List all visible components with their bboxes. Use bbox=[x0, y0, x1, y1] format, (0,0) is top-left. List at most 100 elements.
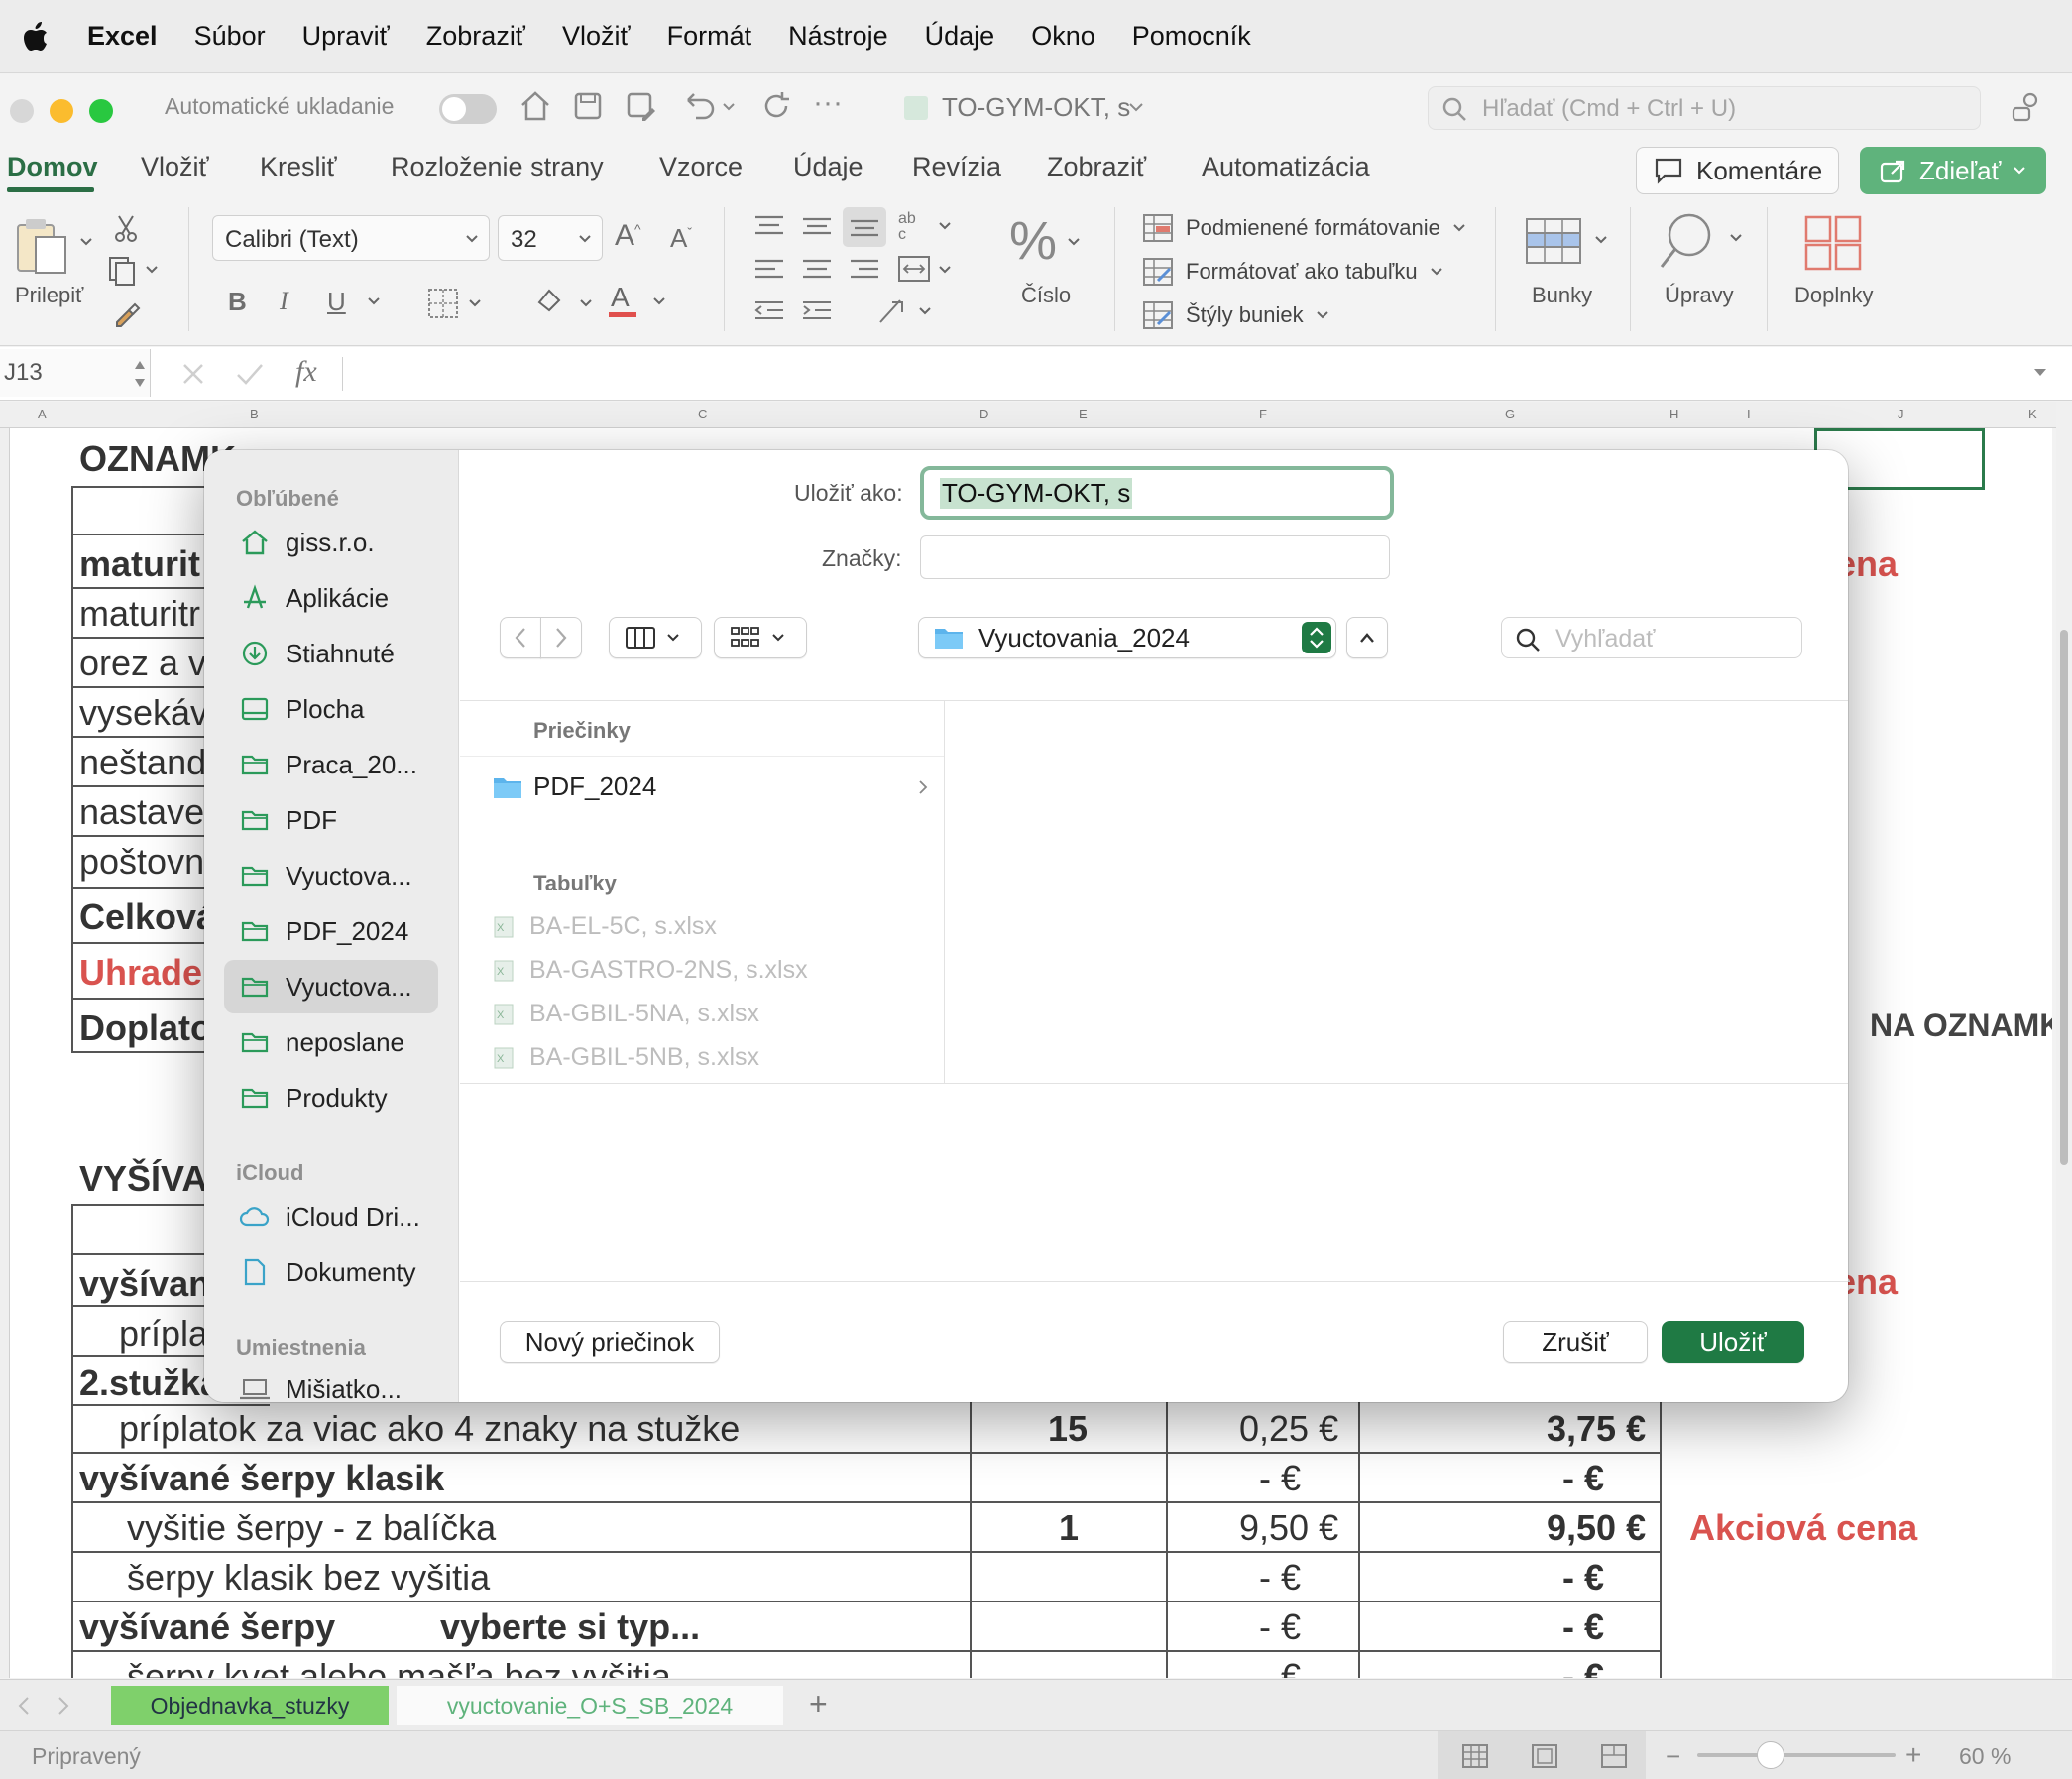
sidebar-item-folder[interactable]: Produkty bbox=[224, 1071, 438, 1125]
redo-icon[interactable] bbox=[758, 88, 794, 124]
zoom-window-icon[interactable] bbox=[89, 99, 113, 123]
apple-menu-icon[interactable] bbox=[0, 21, 71, 53]
tab-home[interactable]: Domov bbox=[7, 152, 98, 182]
sidebar-item-icloud-drive[interactable]: iCloud Dri... bbox=[224, 1190, 438, 1244]
new-folder-button[interactable]: Nový priečinok bbox=[500, 1321, 720, 1363]
home-icon[interactable] bbox=[518, 88, 553, 124]
save-icon[interactable] bbox=[570, 88, 606, 124]
cells-icon[interactable] bbox=[1525, 213, 1614, 273]
confirm-entry-icon[interactable] bbox=[234, 359, 266, 389]
bold-button[interactable]: B bbox=[228, 287, 247, 317]
comments-button[interactable]: Komentáre bbox=[1636, 147, 1839, 194]
format-as-table-button[interactable]: Formátovať ako tabuľku bbox=[1142, 257, 1443, 287]
menu-window[interactable]: Okno bbox=[1031, 21, 1095, 52]
zoom-out-icon[interactable]: − bbox=[1666, 1741, 1680, 1772]
toggle-expand-button[interactable] bbox=[1346, 617, 1388, 658]
column-d[interactable]: D bbox=[979, 407, 988, 421]
column-g[interactable]: G bbox=[1505, 407, 1515, 421]
column-a[interactable]: A bbox=[38, 407, 47, 421]
row-type-select[interactable]: vyberte si typ... bbox=[440, 1606, 700, 1648]
collaborate-icon[interactable] bbox=[2009, 90, 2044, 126]
page-break-view-icon[interactable] bbox=[1600, 1743, 1628, 1769]
sidebar-item-computer[interactable]: Mišiatko... bbox=[224, 1363, 438, 1402]
next-sheet-icon[interactable] bbox=[56, 1696, 71, 1716]
column-b[interactable]: B bbox=[250, 407, 259, 421]
addins-icon[interactable] bbox=[1802, 213, 1866, 273]
decrease-font-icon[interactable]: Aˇ bbox=[670, 223, 692, 254]
column-h[interactable]: H bbox=[1669, 407, 1678, 421]
menu-file[interactable]: Súbor bbox=[194, 21, 266, 52]
name-box[interactable]: J13 bbox=[0, 349, 151, 397]
prev-sheet-icon[interactable] bbox=[16, 1696, 32, 1716]
folder-row-pdf2024[interactable]: PDF_2024 bbox=[492, 771, 928, 802]
add-sheet-icon[interactable]: + bbox=[809, 1686, 828, 1722]
font-size-select[interactable]: 32 bbox=[498, 215, 603, 261]
tab-review[interactable]: Revízia bbox=[912, 152, 1001, 182]
back-button[interactable] bbox=[500, 617, 541, 658]
align-top-icon[interactable] bbox=[751, 211, 787, 241]
chevron-down-icon[interactable] bbox=[367, 296, 381, 306]
column-c[interactable]: C bbox=[698, 407, 707, 421]
column-k[interactable]: K bbox=[2028, 407, 2037, 421]
search-box[interactable]: Hľadať (Cmd + Ctrl + U) bbox=[1428, 86, 1981, 130]
sidebar-item-downloads[interactable]: Stiahnuté bbox=[224, 627, 438, 680]
save-button[interactable]: Uložiť bbox=[1662, 1321, 1804, 1363]
align-center-icon[interactable] bbox=[799, 255, 835, 285]
increase-font-icon[interactable]: A^ bbox=[615, 219, 641, 253]
forward-button[interactable] bbox=[540, 617, 582, 658]
minimize-window-icon[interactable] bbox=[50, 99, 73, 123]
format-painter-icon[interactable] bbox=[109, 296, 143, 330]
text-orientation-icon[interactable] bbox=[876, 295, 936, 328]
page-layout-view-icon[interactable] bbox=[1531, 1743, 1558, 1769]
zoom-in-icon[interactable]: + bbox=[1905, 1739, 1921, 1771]
more-icon[interactable]: ··· bbox=[813, 86, 843, 120]
vertical-scrollbar[interactable] bbox=[2056, 402, 2072, 1678]
undo-icon[interactable] bbox=[678, 88, 738, 124]
column-e[interactable]: E bbox=[1079, 407, 1088, 421]
wrap-text-icon[interactable]: ab c bbox=[896, 209, 956, 243]
italic-button[interactable]: I bbox=[280, 287, 288, 316]
paste-icon[interactable] bbox=[14, 215, 73, 277]
sidebar-item-folder-selected[interactable]: Vyuctova... bbox=[224, 960, 438, 1013]
menu-edit[interactable]: Upraviť bbox=[302, 21, 390, 52]
font-name-select[interactable]: Calibri (Text) bbox=[212, 215, 490, 261]
file-row[interactable]: X BA-GBIL-5NA, s.xlsx bbox=[492, 1000, 759, 1028]
sidebar-item-desktop[interactable]: Plocha bbox=[224, 682, 438, 736]
tab-insert[interactable]: Vložiť bbox=[141, 152, 209, 182]
autosave-toggle[interactable] bbox=[439, 94, 497, 124]
font-color-icon[interactable]: A bbox=[607, 281, 670, 320]
save-as-icon[interactable] bbox=[623, 88, 658, 124]
decrease-indent-icon[interactable] bbox=[751, 296, 787, 326]
file-row[interactable]: X BA-EL-5C, s.xlsx bbox=[492, 912, 717, 941]
menu-view[interactable]: Zobraziť bbox=[426, 21, 525, 52]
menu-app-excel[interactable]: Excel bbox=[87, 21, 158, 52]
tags-input[interactable] bbox=[920, 535, 1390, 579]
conditional-formatting-button[interactable]: Podmienené formátovanie bbox=[1142, 213, 1466, 243]
align-middle-icon[interactable] bbox=[799, 211, 835, 241]
expand-formula-bar-icon[interactable] bbox=[2032, 367, 2048, 379]
tab-automate[interactable]: Automatizácia bbox=[1202, 152, 1370, 182]
close-window-icon[interactable] bbox=[10, 99, 34, 123]
chevron-down-icon[interactable] bbox=[79, 237, 93, 247]
tab-data[interactable]: Údaje bbox=[793, 152, 863, 182]
tab-page-layout[interactable]: Rozloženie strany bbox=[391, 152, 604, 182]
sheet-tab-vyuctovanie[interactable]: vyuctovanie_O+S_SB_2024 bbox=[397, 1686, 783, 1725]
align-left-icon[interactable] bbox=[751, 255, 787, 285]
group-view-button[interactable] bbox=[714, 617, 807, 658]
borders-icon[interactable] bbox=[426, 287, 486, 320]
column-f[interactable]: F bbox=[1259, 407, 1267, 421]
sidebar-item-folder[interactable]: Vyuctova... bbox=[224, 849, 438, 902]
sheet-tab-objednavka[interactable]: Objednavka_stuzky bbox=[111, 1686, 389, 1725]
sidebar-item-folder[interactable]: PDF_2024 bbox=[224, 904, 438, 958]
menu-insert[interactable]: Vložiť bbox=[562, 21, 631, 52]
merge-cells-icon[interactable] bbox=[896, 253, 956, 287]
insert-function-icon[interactable]: fx bbox=[295, 355, 317, 389]
tab-formulas[interactable]: Vzorce bbox=[659, 152, 743, 182]
menu-format[interactable]: Formát bbox=[667, 21, 752, 52]
menu-tools[interactable]: Nástroje bbox=[788, 21, 888, 52]
align-right-icon[interactable] bbox=[847, 255, 882, 285]
menu-data[interactable]: Údaje bbox=[925, 21, 995, 52]
tab-draw[interactable]: Kresliť bbox=[260, 152, 337, 182]
scrollbar-thumb[interactable] bbox=[2060, 630, 2068, 1165]
zoom-slider-thumb[interactable] bbox=[1757, 1741, 1784, 1769]
